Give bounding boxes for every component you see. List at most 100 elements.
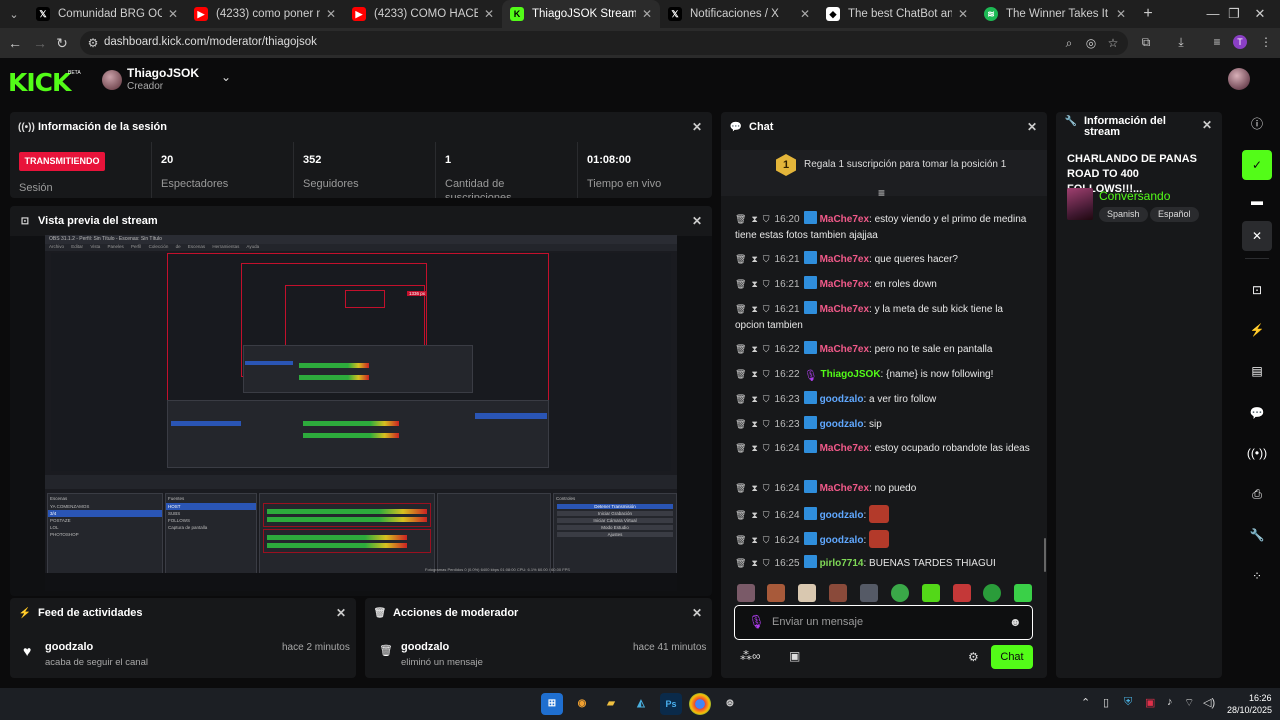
bolt-icon[interactable]: ⚡ <box>1242 315 1272 345</box>
hourglass-icon[interactable]: ⧗ <box>751 279 757 289</box>
shield-icon[interactable]: ⛉ <box>763 443 770 453</box>
close-icon[interactable]: ✕ <box>692 606 702 620</box>
wrench-icon[interactable]: 🔧 <box>1242 520 1272 550</box>
browser-tab-active[interactable]: K ThiagoJSOK Stream - Kick Dash ✕ <box>502 0 660 28</box>
hourglass-icon[interactable]: ⧗ <box>751 394 757 404</box>
tracking-icon[interactable]: ◎ <box>1084 36 1098 50</box>
hourglass-icon[interactable]: ⧗ <box>751 443 757 453</box>
trash-icon[interactable]: 🗑 <box>735 535 746 545</box>
obs-app-icon[interactable]: ◉ <box>571 693 593 715</box>
trash-icon[interactable]: 🗑 <box>735 510 746 520</box>
camera-icon[interactable]: ⊡ <box>1242 275 1272 305</box>
url-field[interactable]: ⚙ dashboard.kick.com/moderator/thiagojso… <box>80 31 1128 55</box>
site-info-icon[interactable]: ⚙ <box>86 36 100 50</box>
chat-message[interactable]: 🗑 ⧗ ⛉ 16:24 MaChe7ex: no puedo <box>735 480 1035 497</box>
close-tab-icon[interactable]: ✕ <box>484 7 494 21</box>
new-tab-button[interactable]: + <box>1134 0 1162 28</box>
checkmark-icon[interactable]: ✓ <box>1242 150 1272 180</box>
hourglass-icon[interactable]: ⧗ <box>751 369 757 379</box>
apps-icon[interactable]: ⁘ <box>1242 561 1272 591</box>
browser-tab[interactable]: 𝕏 Comunidad BRG OG / X ✕ <box>28 0 186 28</box>
sub-prompt[interactable]: Regala 1 suscripción para tomar la posic… <box>804 159 1006 170</box>
shield-icon[interactable]: ⛉ <box>763 279 770 289</box>
hourglass-icon[interactable]: ⧗ <box>751 535 757 545</box>
trash-icon[interactable]: 🗑 <box>735 344 746 354</box>
hourglass-icon[interactable]: ⧗ <box>751 483 757 493</box>
shield-icon[interactable]: ⛉ <box>763 419 770 429</box>
hourglass-icon[interactable]: ⧗ <box>751 214 757 224</box>
message-username[interactable]: goodzalo <box>820 419 864 430</box>
trash-icon[interactable]: 🗑 <box>735 369 746 379</box>
steam-icon[interactable]: ⊛ <box>719 693 741 715</box>
app-icon[interactable]: ◭ <box>630 693 652 715</box>
message-username[interactable]: goodzalo <box>820 394 864 405</box>
message-username[interactable]: MaChe7ex <box>820 279 869 290</box>
pin-list-icon[interactable]: ≡ <box>878 186 885 200</box>
emote-image[interactable] <box>869 530 890 548</box>
shield-icon[interactable]: ⛉ <box>763 535 770 545</box>
printer-icon[interactable]: ⎙ <box>1242 479 1272 509</box>
emote-item[interactable] <box>767 584 785 602</box>
activity-user[interactable]: goodzalo <box>45 641 93 653</box>
emote-image[interactable] <box>869 505 890 523</box>
mod-action-user[interactable]: goodzalo <box>401 641 449 653</box>
close-tab-icon[interactable]: ✕ <box>800 7 810 21</box>
chat-message[interactable]: 🗑 ⧗ ⛉ 16:21 MaChe7ex: en roles down <box>735 276 1035 293</box>
chat-message[interactable]: 🗑 ⧗ ⛉ 16:24 MaChe7ex: estoy ocupado robandot… <box>735 440 1035 457</box>
chat-message[interactable]: 🗑 ⧗ ⛉ 16:25 pirlo7714: BUENAS TARDES THIAGUI <box>735 555 1035 572</box>
hourglass-icon[interactable]: ⧗ <box>751 510 757 520</box>
hourglass-icon[interactable]: ⧗ <box>751 419 757 429</box>
browser-menu-icon[interactable]: ⋮ <box>1259 35 1273 49</box>
shield-icon[interactable]: ⛉ <box>763 344 770 354</box>
close-window-icon[interactable]: ✕ <box>1240 0 1280 28</box>
trash-icon[interactable]: 🗑 <box>735 558 746 568</box>
hourglass-icon[interactable]: ⧗ <box>751 344 757 354</box>
chrome-icon[interactable] <box>689 693 711 715</box>
security-icon[interactable]: ⛨ <box>1124 696 1132 709</box>
chat-message[interactable]: 🗑 ⧗ ⛉ 16:21 MaChe7ex: y la meta de sub kick … <box>735 301 1035 334</box>
shield-icon[interactable]: ⛉ <box>763 510 770 520</box>
user-avatar[interactable] <box>1228 68 1250 90</box>
tray-chevron-icon[interactable]: ⌃ <box>1081 696 1090 709</box>
zoom-icon[interactable]: ⌕ <box>1062 36 1076 50</box>
shield-icon[interactable]: ⛉ <box>763 369 770 379</box>
message-username[interactable]: MaChe7ex <box>820 443 869 454</box>
emoji-picker-icon[interactable]: ☻ <box>1009 615 1022 629</box>
close-icon[interactable]: ✕ <box>1202 119 1212 131</box>
tray-app-icon[interactable]: ▣ <box>1145 696 1155 709</box>
store-icon[interactable]: ▣ <box>789 649 800 663</box>
microphone-icon[interactable]: 🎙 <box>748 614 765 630</box>
taskbar-time[interactable]: 16:26 <box>1249 693 1272 703</box>
kick-logo[interactable]: KICK <box>8 68 71 97</box>
emote-item[interactable] <box>737 584 755 602</box>
profile-avatar-icon[interactable]: T <box>1233 35 1247 49</box>
chat-scrollbar[interactable] <box>1044 538 1046 572</box>
chat-message[interactable]: 🗑 ⧗ ⛉ 16:22 MaChe7ex: pero no te sale en pan… <box>735 341 1035 358</box>
close-tab-icon[interactable]: ✕ <box>1116 7 1126 21</box>
close-tab-icon[interactable]: ✕ <box>958 7 968 21</box>
chat-message[interactable]: 🗑 ⧗ ⛉ 16:23 goodzalo: a ver tiro follow <box>735 391 1035 408</box>
category-thumbnail[interactable] <box>1067 188 1093 220</box>
back-icon[interactable]: ← <box>5 33 25 53</box>
bookmark-star-icon[interactable]: ☆ <box>1106 36 1120 50</box>
wifi-icon[interactable]: ⌔ <box>1184 696 1194 710</box>
stream-preview-video[interactable]: OBS 31.1.2 - Perfil: Sin Título - Escena… <box>45 235 677 591</box>
message-username[interactable]: MaChe7ex <box>820 254 869 265</box>
trash-icon[interactable]: 🗑 <box>735 279 746 289</box>
close-icon[interactable]: ✕ <box>1027 120 1037 134</box>
bot-icon[interactable]: ⁂∞ <box>740 649 761 663</box>
forward-icon[interactable]: → <box>30 33 50 53</box>
mic-tray-icon[interactable]: ♪ <box>1167 696 1173 708</box>
chat-message[interactable]: 🗑 ⧗ ⛉ 16:20 MaChe7ex: estoy viendo y el prim… <box>735 211 1035 244</box>
message-username[interactable]: MaChe7ex <box>820 214 869 225</box>
close-tab-icon[interactable]: ✕ <box>642 7 652 21</box>
message-username[interactable]: MaChe7ex <box>820 483 869 494</box>
trash-icon[interactable]: 🗑 <box>735 483 746 493</box>
message-username[interactable]: pirlo7714 <box>820 558 864 569</box>
emote-item[interactable] <box>860 584 878 602</box>
stream-category[interactable]: Conversando <box>1099 189 1170 203</box>
file-explorer-icon[interactable]: ▰ <box>600 693 622 715</box>
trash-icon[interactable]: 🗑 <box>735 419 746 429</box>
chat-message[interactable]: 🗑 ⧗ ⛉ 16:23 goodzalo: sip <box>735 416 1035 433</box>
close-icon[interactable]: ✕ <box>692 120 702 134</box>
